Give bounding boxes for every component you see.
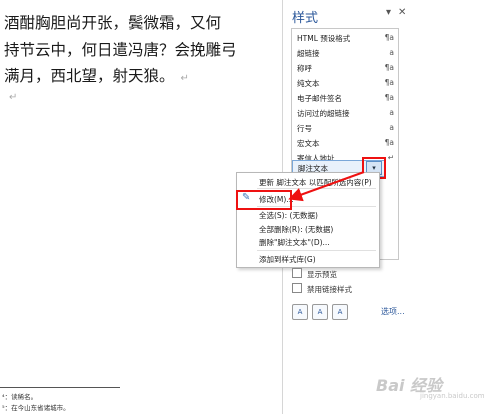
style-item-plain-text[interactable]: 纯文本 ¶a <box>292 76 398 91</box>
character-style-icon: a <box>389 108 394 117</box>
footnote-separator <box>0 387 120 388</box>
menu-separator <box>257 250 376 251</box>
red-arrow <box>288 171 365 202</box>
menu-item-select-all[interactable]: 全选(S): (无数据) <box>259 210 318 221</box>
paragraph-style-icon: ¶a <box>384 78 394 87</box>
paragraph-mark: ↵ <box>180 73 189 84</box>
disable-linked-styles-checkbox[interactable] <box>292 283 302 293</box>
poem-line-3: 满月，西北望，射天狼。 <box>4 67 175 85</box>
poem-text[interactable]: 酒酣胸胆尚开张，鬓微霜，又何 持节云中，何日遣冯唐？会挽雕弓 满月，西北望，射天… <box>4 10 282 93</box>
style-item-label: 电子邮件签名 <box>297 94 342 103</box>
disable-linked-styles-option[interactable]: 禁用链接样式 <box>292 283 352 295</box>
close-icon[interactable]: ✕ <box>398 7 406 18</box>
style-item-salutation[interactable]: 称呼 ¶a <box>292 61 398 76</box>
style-item-label: 称呼 <box>297 64 312 73</box>
style-item-macro-text[interactable]: 宏文本 ¶a <box>292 136 398 151</box>
styles-pane-title: 样式 <box>292 11 319 26</box>
menu-item-delete-all[interactable]: 全部删除(R): (无数据) <box>259 224 333 235</box>
show-preview-checkbox[interactable] <box>292 268 302 278</box>
poem-line-1: 酒酣胸胆尚开张，鬓微霜，又何 <box>4 14 222 32</box>
poem-line-2: 持节云中，何日遣冯唐？会挽雕弓 <box>4 40 237 59</box>
show-preview-label: 显示预览 <box>307 270 337 279</box>
style-inspector-icon[interactable]: A <box>312 304 328 320</box>
style-item-line-number[interactable]: 行号 a <box>292 121 398 136</box>
character-style-icon: a <box>389 123 394 132</box>
style-item-label: 访问过的超链接 <box>297 109 350 118</box>
paragraph-style-icon: ¶a <box>384 33 394 42</box>
paragraph-mark-icon: ↵ <box>387 153 394 162</box>
footnote-1: ⁴：读稀名。 <box>2 393 38 401</box>
watermark-url: jingyan.baidu.com <box>420 392 485 400</box>
character-style-icon: a <box>389 48 394 57</box>
options-link[interactable]: 选项... <box>381 306 405 317</box>
highlight-modify-box <box>236 190 292 210</box>
paragraph-style-icon: ¶a <box>384 138 394 147</box>
style-item-hyperlink[interactable]: 超链接 a <box>292 46 398 61</box>
style-item-label: 宏文本 <box>297 139 320 148</box>
style-item-email-signature[interactable]: 电子邮件签名 ¶a <box>292 91 398 106</box>
style-item-label: 行号 <box>297 124 312 133</box>
style-item-label: 超链接 <box>297 49 320 58</box>
footnote-2: ⁵：在今山东省诸城市。 <box>2 404 70 412</box>
style-item-followed-hyperlink[interactable]: 访问过的超链接 a <box>292 106 398 121</box>
menu-item-delete-style[interactable]: 删除"脚注文本"(D)... <box>259 237 330 248</box>
paragraph-style-icon: ¶a <box>384 93 394 102</box>
disable-linked-styles-label: 禁用链接样式 <box>307 285 352 294</box>
empty-paragraph-mark: ↵ <box>9 92 18 103</box>
pane-options-dropdown-icon[interactable]: ▾ <box>386 7 391 18</box>
show-preview-option[interactable]: 显示预览 <box>292 268 337 280</box>
manage-styles-icon[interactable]: A <box>332 304 348 320</box>
paragraph-style-icon: ¶a <box>384 63 394 72</box>
new-style-icon[interactable]: A <box>292 304 308 320</box>
style-item-label: HTML 预设格式 <box>297 34 351 43</box>
style-item-html-preformatted[interactable]: HTML 预设格式 ¶a <box>292 31 398 46</box>
style-item-label: 纯文本 <box>297 79 320 88</box>
menu-item-add-to-gallery[interactable]: 添加到样式库(G) <box>259 254 316 265</box>
